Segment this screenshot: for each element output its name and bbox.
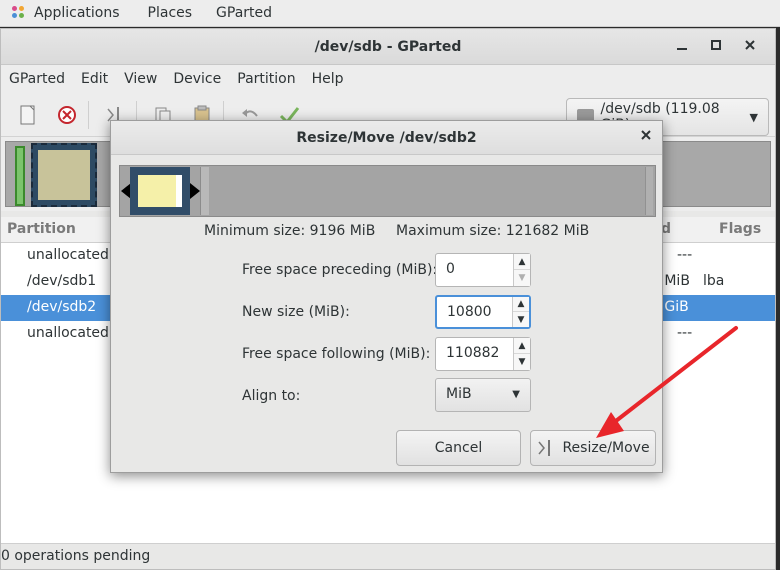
dialog-title: Resize/Move /dev/sdb2 bbox=[296, 129, 477, 146]
menu-gparted[interactable]: GParted bbox=[9, 71, 65, 87]
spin-down-icon[interactable]: ▼ bbox=[513, 312, 529, 327]
spin-down-icon[interactable]: ▼ bbox=[514, 270, 530, 286]
new-partition-button[interactable] bbox=[11, 98, 45, 132]
toolbar-separator bbox=[88, 100, 89, 129]
chevron-down-icon: ▼ bbox=[512, 389, 520, 400]
cancel-button[interactable]: Cancel bbox=[396, 430, 521, 466]
spin-arrows: ▲ ▼ bbox=[513, 254, 530, 286]
app-menu[interactable]: GParted bbox=[216, 5, 272, 21]
partition-resizer[interactable] bbox=[119, 165, 656, 217]
row-flags: lba bbox=[703, 273, 725, 289]
partition-sdb2-graph[interactable] bbox=[31, 143, 97, 207]
max-size-text: Maximum size: 121682 MiB bbox=[396, 223, 590, 239]
close-icon bbox=[641, 130, 651, 140]
close-icon bbox=[745, 40, 755, 50]
align-label: Align to: bbox=[242, 388, 301, 404]
column-header-partition[interactable]: Partition bbox=[7, 221, 76, 237]
top-panel: Applications Places GParted bbox=[0, 0, 780, 27]
row-partition: /dev/sdb1 bbox=[27, 273, 97, 289]
spin-down-icon[interactable]: ▼ bbox=[514, 354, 530, 370]
align-to-combo[interactable]: MiB ▼ bbox=[435, 378, 531, 412]
spin-up-icon[interactable]: ▲ bbox=[513, 297, 529, 312]
maximize-button[interactable] bbox=[699, 39, 733, 55]
spin-arrows: ▲ ▼ bbox=[512, 297, 529, 327]
row-partition: /dev/sdb2 bbox=[27, 299, 97, 315]
delete-icon bbox=[58, 105, 76, 124]
menu-edit[interactable]: Edit bbox=[81, 71, 108, 87]
new-size-label: New size (MiB): bbox=[242, 304, 350, 320]
menu-partition[interactable]: Partition bbox=[237, 71, 295, 87]
min-size-text: Minimum size: 9196 MiB bbox=[204, 223, 376, 239]
chevron-down-icon: ▼ bbox=[749, 110, 758, 124]
spin-up-icon[interactable]: ▲ bbox=[514, 254, 530, 270]
align-value: MiB bbox=[446, 386, 472, 402]
places-menu[interactable]: Places bbox=[148, 5, 193, 21]
preceding-value[interactable]: 0 bbox=[446, 261, 455, 277]
resizer-edge bbox=[645, 167, 653, 215]
resize-right-handle[interactable] bbox=[190, 183, 200, 199]
statusbar: 0 operations pending bbox=[1, 543, 775, 569]
following-value[interactable]: 110882 bbox=[446, 345, 499, 361]
new-document-icon bbox=[20, 105, 35, 124]
column-header-flags[interactable]: Flags bbox=[719, 221, 761, 237]
row-flags: --- bbox=[677, 247, 693, 263]
row-flags: --- bbox=[677, 325, 693, 341]
applications-label: Applications bbox=[34, 5, 120, 21]
following-label: Free space following (MiB): bbox=[242, 346, 431, 362]
delete-partition-button[interactable] bbox=[50, 98, 84, 132]
resize-move-label: Resize/Move bbox=[562, 440, 650, 456]
menu-device[interactable]: Device bbox=[173, 71, 221, 87]
maximize-icon bbox=[711, 40, 721, 50]
close-window-button[interactable] bbox=[733, 39, 767, 55]
new-size-spinbutton[interactable]: 10800 ▲ ▼ bbox=[435, 295, 531, 329]
preceding-spinbutton[interactable]: 0 ▲ ▼ bbox=[435, 253, 531, 287]
resize-move-icon bbox=[538, 440, 551, 456]
applications-icon bbox=[12, 6, 26, 20]
window-controls bbox=[665, 29, 767, 65]
dialog-titlebar[interactable]: Resize/Move /dev/sdb2 bbox=[111, 121, 662, 155]
following-spinbutton[interactable]: 110882 ▲ ▼ bbox=[435, 337, 531, 371]
applications-menu[interactable]: Applications bbox=[12, 5, 120, 21]
row-partition: unallocated bbox=[27, 247, 109, 263]
dialog-close-button[interactable] bbox=[640, 129, 652, 145]
menubar: GParted Edit View Device Partition Help bbox=[1, 65, 775, 93]
resize-drag-handle[interactable] bbox=[200, 167, 209, 215]
window-titlebar[interactable]: /dev/sdb - GParted bbox=[1, 29, 775, 65]
row-partition: unallocated bbox=[27, 325, 109, 341]
menu-help[interactable]: Help bbox=[312, 71, 344, 87]
spin-up-icon[interactable]: ▲ bbox=[514, 338, 530, 354]
cancel-label: Cancel bbox=[434, 440, 483, 456]
menu-view[interactable]: View bbox=[124, 71, 157, 87]
window-title: /dev/sdb - GParted bbox=[314, 38, 462, 55]
minimize-button[interactable] bbox=[665, 39, 699, 55]
new-size-value[interactable]: 10800 bbox=[447, 304, 492, 320]
minimize-icon bbox=[677, 48, 687, 50]
partition-sdb1-graph[interactable] bbox=[15, 146, 25, 206]
preceding-label: Free space preceding (MiB): bbox=[242, 262, 438, 278]
partition-block[interactable] bbox=[130, 167, 190, 215]
resize-move-dialog: Resize/Move /dev/sdb2 Minimum size: 9196… bbox=[110, 120, 663, 473]
spin-arrows: ▲ ▼ bbox=[513, 338, 530, 370]
resize-move-button[interactable]: Resize/Move bbox=[530, 430, 656, 466]
